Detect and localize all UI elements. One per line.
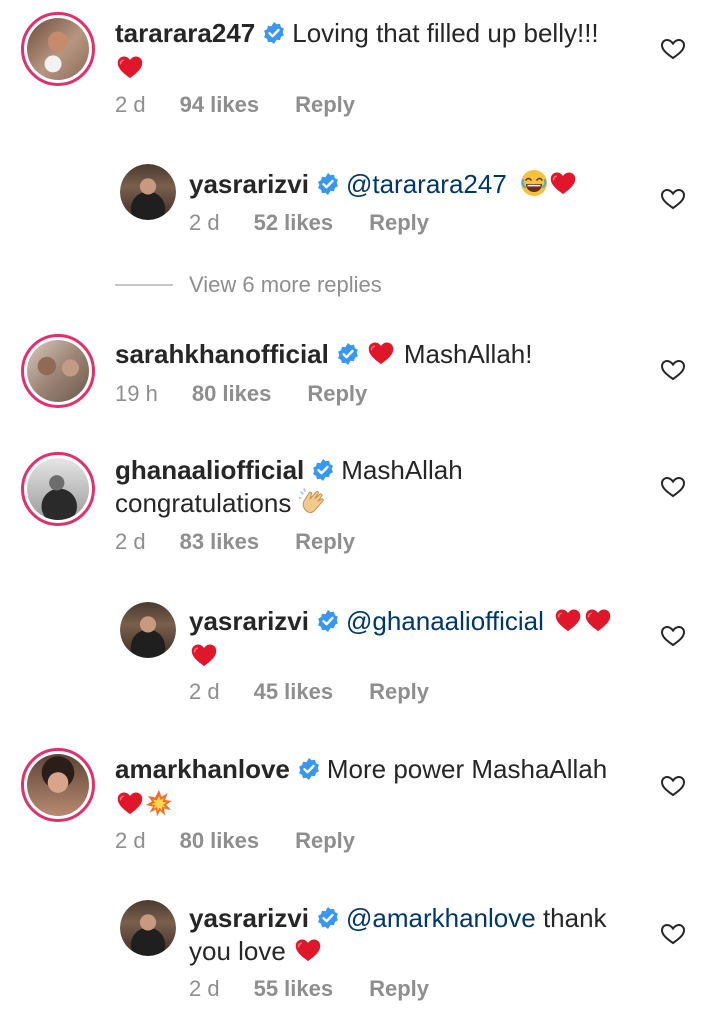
- comment-item: amarkhanlove More power MashaAllah 2 d 80 …: [0, 740, 722, 890]
- red-heart-emoji-icon: [295, 938, 322, 962]
- reply-button[interactable]: Reply: [369, 210, 429, 236]
- red-heart-emoji-icon: [555, 608, 582, 632]
- username[interactable]: ghanaaliofficial: [115, 455, 304, 485]
- comment-text: thank: [542, 903, 607, 933]
- username[interactable]: amarkhanlove: [115, 754, 290, 784]
- likes-count[interactable]: 80 likes: [192, 381, 272, 407]
- comment-text-continued: congratulations: [115, 488, 292, 518]
- red-heart-emoji-icon: [585, 608, 612, 632]
- verified-icon: [316, 172, 340, 196]
- view-more-label[interactable]: View 6 more replies: [189, 272, 382, 297]
- mention-link[interactable]: @tararara247: [346, 169, 507, 199]
- like-heart-icon[interactable]: [660, 773, 686, 797]
- timestamp: 2 d: [115, 828, 146, 853]
- comment-meta: 2 d 45 likes Reply: [189, 679, 429, 705]
- like-heart-icon[interactable]: [660, 186, 686, 210]
- likes-count[interactable]: 45 likes: [254, 679, 334, 705]
- username[interactable]: yasrarizvi: [189, 903, 309, 933]
- view-more-replies[interactable]: View 6 more replies: [115, 272, 382, 298]
- clapping-hands-emoji-icon: [298, 488, 324, 514]
- likes-count[interactable]: 94 likes: [180, 92, 260, 118]
- username[interactable]: yasrarizvi: [189, 169, 309, 199]
- like-heart-icon[interactable]: [660, 36, 686, 60]
- mention-link[interactable]: @amarkhanlove: [346, 903, 536, 933]
- collision-emoji-icon: [146, 790, 172, 817]
- username[interactable]: yasrarizvi: [189, 606, 309, 636]
- comment-meta: 2 d 55 likes Reply: [189, 976, 429, 1002]
- reply-button[interactable]: Reply: [295, 529, 355, 555]
- comment-text: MashAllah: [341, 455, 463, 485]
- timestamp: 19 h: [115, 381, 158, 406]
- verified-icon: [297, 757, 320, 781]
- reply-item: yasrarizvi @tararara247 2 d 52 likes Reply: [0, 150, 722, 260]
- comment-item: tararara247 Loving that filled up belly!!…: [0, 0, 722, 150]
- avatar[interactable]: [120, 602, 176, 658]
- avatar[interactable]: [21, 748, 95, 822]
- like-heart-icon[interactable]: [660, 357, 686, 381]
- likes-count[interactable]: 52 likes: [254, 210, 334, 236]
- verified-icon: [336, 342, 359, 366]
- like-heart-icon[interactable]: [660, 921, 686, 945]
- verified-icon: [316, 609, 340, 633]
- username[interactable]: tararara247: [115, 18, 255, 48]
- comment-text: More power MashaAllah: [326, 754, 608, 784]
- red-heart-emoji-icon: [116, 791, 144, 815]
- verified-icon: [316, 906, 340, 930]
- timestamp: 2 d: [115, 92, 146, 117]
- comment-text: Loving that filled up belly!!!: [292, 18, 599, 48]
- comment-meta: 2 d 83 likes Reply: [115, 529, 355, 555]
- timestamp: 2 d: [189, 210, 220, 235]
- laughing-emoji-icon: [520, 169, 549, 197]
- avatar[interactable]: [120, 164, 176, 220]
- divider: [115, 284, 173, 286]
- reply-button[interactable]: Reply: [369, 976, 429, 1002]
- red-heart-emoji-icon: [367, 341, 394, 365]
- reply-item: yasrarizvi @amarkhanlove thank you love 2…: [0, 890, 722, 1024]
- timestamp: 2 d: [115, 529, 146, 554]
- likes-count[interactable]: 55 likes: [254, 976, 334, 1002]
- like-heart-icon[interactable]: [660, 623, 686, 647]
- reply-button[interactable]: Reply: [307, 381, 367, 407]
- comment-meta: 2 d 80 likes Reply: [115, 828, 355, 854]
- comment-meta: 2 d 52 likes Reply: [189, 210, 429, 236]
- comment-meta: 2 d 94 likes Reply: [115, 92, 355, 118]
- reply-button[interactable]: Reply: [369, 679, 429, 705]
- timestamp: 2 d: [189, 976, 220, 1001]
- username[interactable]: sarahkhanofficial: [115, 339, 329, 369]
- likes-count[interactable]: 83 likes: [180, 529, 260, 555]
- comment-item: sarahkhanofficial MashAllah! 19 h 80 likes…: [0, 320, 722, 430]
- avatar[interactable]: [21, 334, 95, 408]
- timestamp: 2 d: [189, 679, 220, 704]
- comment-text: MashAllah!: [403, 339, 533, 369]
- comment-meta: 19 h 80 likes Reply: [115, 381, 367, 407]
- reply-item: yasrarizvi @ghanaaliofficial 2 d 45 likes R…: [0, 590, 722, 730]
- avatar[interactable]: [21, 12, 95, 86]
- reply-button[interactable]: Reply: [295, 92, 355, 118]
- verified-icon: [312, 458, 335, 482]
- verified-icon: [263, 21, 286, 45]
- avatar[interactable]: [120, 900, 176, 956]
- red-heart-emoji-icon: [190, 643, 218, 667]
- likes-count[interactable]: 80 likes: [180, 828, 260, 854]
- avatar[interactable]: [21, 452, 95, 526]
- comment-text-continued: you love: [189, 936, 286, 966]
- red-heart-emoji-icon: [549, 171, 577, 195]
- mention-link[interactable]: @ghanaaliofficial: [346, 606, 544, 636]
- red-heart-emoji-icon: [116, 55, 144, 79]
- reply-button[interactable]: Reply: [295, 828, 355, 854]
- like-heart-icon[interactable]: [660, 474, 686, 498]
- comment-item: ghanaaliofficial MashAllah congratulation…: [0, 440, 722, 590]
